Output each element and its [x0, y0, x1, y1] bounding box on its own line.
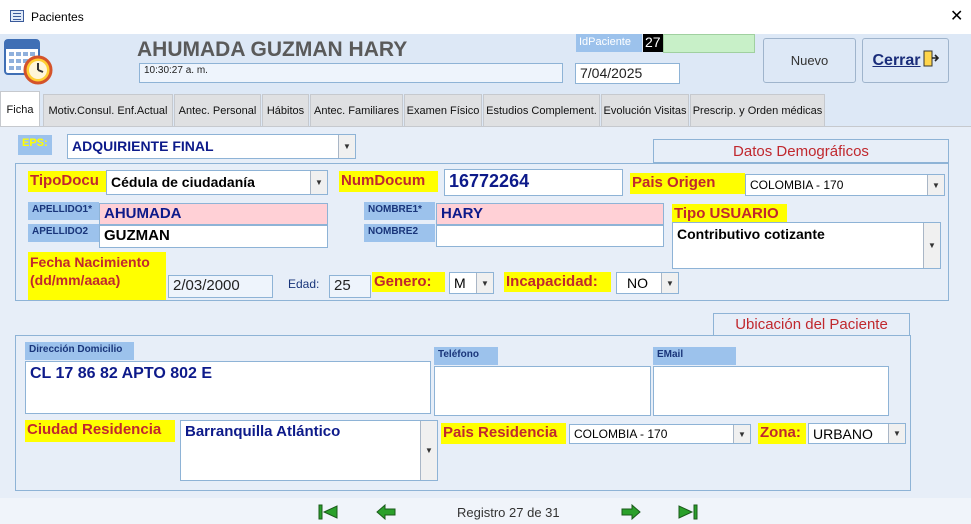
- chevron-down-icon[interactable]: ▼: [733, 425, 750, 443]
- zona-label: Zona:: [758, 423, 806, 444]
- tab-ficha[interactable]: Ficha: [0, 91, 40, 127]
- id-value-bar: [663, 34, 755, 53]
- pais-origen-select[interactable]: COLOMBIA - 170 ▼: [745, 174, 945, 196]
- tab-evolucion-visitas[interactable]: Evolución Visitas: [601, 94, 689, 126]
- chevron-down-icon[interactable]: ▼: [927, 175, 944, 195]
- tab-prescripciones[interactable]: Prescrip. y Orden médicas: [690, 94, 825, 126]
- pais-residencia-label: Pais Residencia: [441, 423, 566, 444]
- pais-residencia-value: COLOMBIA - 170: [574, 427, 668, 441]
- tipodoc-value: Cédula de ciudadanía: [111, 174, 255, 190]
- window-close-icon[interactable]: ✕: [950, 6, 963, 26]
- pais-residencia-select[interactable]: COLOMBIA - 170 ▼: [569, 424, 751, 444]
- zona-value: URBANO: [813, 426, 873, 442]
- tipo-usuario-value: Contributivo cotizante: [677, 226, 825, 242]
- genero-select[interactable]: M ▼: [449, 272, 494, 294]
- tab-estudios-complementarios[interactable]: Estudios Complement.: [483, 94, 600, 126]
- record-counter: Registro 27 de 31: [457, 505, 560, 520]
- nombre1-field[interactable]: HARY: [436, 203, 664, 225]
- chevron-down-icon[interactable]: ▼: [661, 273, 678, 293]
- numdoc-field[interactable]: 16772264: [444, 169, 623, 196]
- telefono-label: Teléfono: [434, 347, 498, 365]
- calendar-clock-icon: [3, 36, 53, 86]
- pais-origen-label: Pais Origen: [630, 173, 745, 194]
- edad-label: Edad:: [288, 277, 320, 291]
- last-record-icon[interactable]: [678, 504, 698, 520]
- incapacidad-value: NO: [627, 275, 648, 291]
- tipo-usuario-select[interactable]: Contributivo cotizante ▼: [672, 222, 941, 269]
- chevron-down-icon[interactable]: ▼: [420, 421, 437, 480]
- next-record-icon[interactable]: [621, 504, 641, 520]
- section-demographics-title: Datos Demográficos: [653, 139, 949, 163]
- nombre2-field[interactable]: [436, 225, 664, 247]
- fecha-nacimiento-label-line1: Fecha Nacimiento: [30, 254, 150, 270]
- tab-examen-fisico[interactable]: Examen Físico: [404, 94, 482, 126]
- incapacidad-label: Incapacidad:: [504, 272, 611, 292]
- ciudad-value: Barranquilla Atlántico: [185, 423, 341, 440]
- tab-antecedentes-personales[interactable]: Antec. Personal: [174, 94, 261, 126]
- chevron-down-icon[interactable]: ▼: [923, 223, 940, 268]
- genero-label: Genero:: [372, 272, 445, 292]
- new-button-label: Nuevo: [790, 53, 829, 68]
- nombre1-label: NOMBRE1*: [364, 202, 435, 220]
- tab-habitos[interactable]: Hábitos: [262, 94, 309, 126]
- nombre2-label: NOMBRE2: [364, 224, 435, 242]
- eps-label: EPS:: [18, 135, 52, 155]
- form-icon: [10, 10, 24, 22]
- tab-antecedentes-familiares[interactable]: Antec. Familiares: [310, 94, 403, 126]
- apellido2-field[interactable]: GUZMAN: [99, 225, 328, 248]
- zona-select[interactable]: URBANO ▼: [808, 423, 906, 444]
- apellido2-label: APELLIDO2: [28, 224, 99, 242]
- apellido1-label: APELLIDO1*: [28, 202, 99, 220]
- direccion-label: Dirección Domicilio: [25, 342, 134, 360]
- first-record-icon[interactable]: [318, 504, 338, 520]
- chevron-down-icon[interactable]: ▼: [338, 135, 355, 158]
- apellido1-field[interactable]: AHUMADA: [99, 203, 328, 225]
- close-button-label: Cerrar: [872, 51, 921, 69]
- email-label: EMail: [653, 347, 736, 365]
- exit-door-icon: [923, 50, 939, 71]
- fecha-nacimiento-label-line2: (dd/mm/aaaa): [30, 272, 121, 288]
- eps-value: ADQUIRIENTE FINAL: [72, 138, 214, 154]
- telefono-field[interactable]: [434, 366, 651, 416]
- tab-motivo-consulta[interactable]: Motiv.Consul. Enf.Actual: [43, 94, 173, 126]
- direccion-field[interactable]: CL 17 86 82 APTO 802 E: [25, 361, 431, 414]
- tipo-usuario-label: Tipo USUARIO: [672, 204, 787, 223]
- new-button[interactable]: Nuevo: [763, 38, 856, 83]
- ciudad-select[interactable]: Barranquilla Atlántico ▼: [180, 420, 438, 481]
- tipodoc-select[interactable]: Cédula de ciudadanía ▼: [106, 170, 328, 195]
- pais-origen-value: COLOMBIA - 170: [750, 178, 844, 192]
- numdoc-label: NumDocum: [339, 171, 438, 192]
- chevron-down-icon[interactable]: ▼: [888, 424, 905, 443]
- edad-field[interactable]: 25: [329, 275, 371, 298]
- eps-select[interactable]: ADQUIRIENTE FINAL ▼: [67, 134, 356, 159]
- title-bar: Pacientes ✕: [0, 0, 971, 34]
- fecha-nacimiento-field[interactable]: 2/03/2000: [168, 275, 273, 298]
- time-display: 10:30:27 a. m.: [139, 63, 563, 83]
- section-location-title: Ubicación del Paciente: [713, 313, 910, 336]
- id-label: IdPaciente: [576, 34, 642, 52]
- genero-value: M: [454, 275, 466, 291]
- previous-record-icon[interactable]: [376, 504, 396, 520]
- window-title: Pacientes: [31, 10, 84, 24]
- patient-name-heading: AHUMADA GUZMAN HARY: [137, 38, 408, 61]
- ciudad-label: Ciudad Residencia: [25, 420, 175, 442]
- chevron-down-icon[interactable]: ▼: [476, 273, 493, 293]
- incapacidad-select[interactable]: NO ▼: [616, 272, 679, 294]
- email-field[interactable]: [653, 366, 889, 416]
- fecha-nacimiento-label: Fecha Nacimiento (dd/mm/aaaa): [28, 252, 166, 300]
- tipodoc-label: TipoDocu: [28, 171, 106, 192]
- date-display: 7/04/2025: [575, 63, 680, 84]
- chevron-down-icon[interactable]: ▼: [310, 171, 327, 194]
- id-value: 27: [643, 34, 663, 52]
- close-button[interactable]: Cerrar: [862, 38, 949, 83]
